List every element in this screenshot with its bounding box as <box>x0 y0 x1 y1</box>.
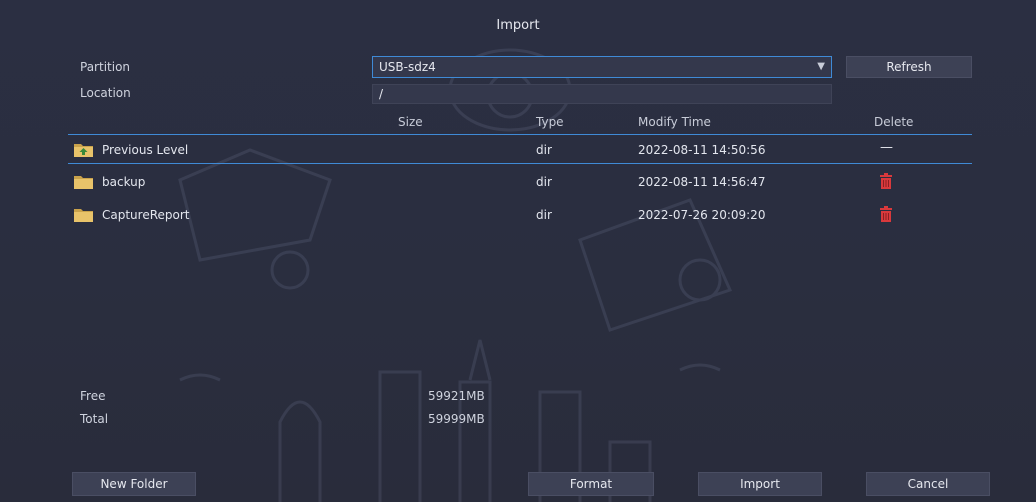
location-label: Location <box>80 86 131 100</box>
column-delete: Delete <box>874 115 914 129</box>
row-name: Previous Level <box>102 143 189 157</box>
partition-select[interactable]: USB-sdz4 ▼ <box>372 56 832 78</box>
location-field[interactable]: / <box>372 84 832 104</box>
trash-icon[interactable] <box>879 173 893 189</box>
row-type: dir <box>536 175 552 189</box>
table-row[interactable]: Previous Level dir 2022-08-11 14:50:56 — <box>68 134 972 164</box>
folder-icon <box>74 176 93 189</box>
column-type: Type <box>536 115 564 129</box>
row-time: 2022-08-11 14:56:47 <box>638 175 766 189</box>
row-name: CaptureReport <box>102 208 190 222</box>
refresh-button[interactable]: Refresh <box>846 56 972 78</box>
row-delete-placeholder: — <box>880 140 893 155</box>
row-type: dir <box>536 208 552 222</box>
row-type: dir <box>536 143 552 157</box>
new-folder-button[interactable]: New Folder <box>72 472 196 496</box>
table-row[interactable]: backup dir 2022-08-11 14:56:47 <box>68 167 972 197</box>
column-size: Size <box>398 115 423 129</box>
dialog-title: Import <box>496 18 540 33</box>
import-dialog: Import Partition USB-sdz4 ▼ Refresh Loca… <box>0 0 1036 502</box>
table-row[interactable]: CaptureReport dir 2022-07-26 20:09:20 <box>68 200 972 230</box>
total-value: 59999MB <box>428 412 485 426</box>
partition-label: Partition <box>80 60 131 74</box>
import-button[interactable]: Import <box>698 472 822 496</box>
chevron-down-icon[interactable]: ▼ <box>817 57 825 77</box>
cancel-button[interactable]: Cancel <box>866 472 990 496</box>
partition-value: USB-sdz4 <box>379 60 436 74</box>
free-label: Free <box>80 389 106 403</box>
total-label: Total <box>80 412 109 426</box>
free-value: 59921MB <box>428 389 485 403</box>
row-time: 2022-07-26 20:09:20 <box>638 208 766 222</box>
row-time: 2022-08-11 14:50:56 <box>638 143 766 157</box>
table-header: Size Type Modify Time Delete <box>68 112 972 132</box>
column-modify-time: Modify Time <box>638 115 711 129</box>
folder-up-icon <box>74 144 93 157</box>
row-name: backup <box>102 175 146 189</box>
folder-icon <box>74 209 93 222</box>
trash-icon[interactable] <box>879 206 893 222</box>
format-button[interactable]: Format <box>528 472 654 496</box>
